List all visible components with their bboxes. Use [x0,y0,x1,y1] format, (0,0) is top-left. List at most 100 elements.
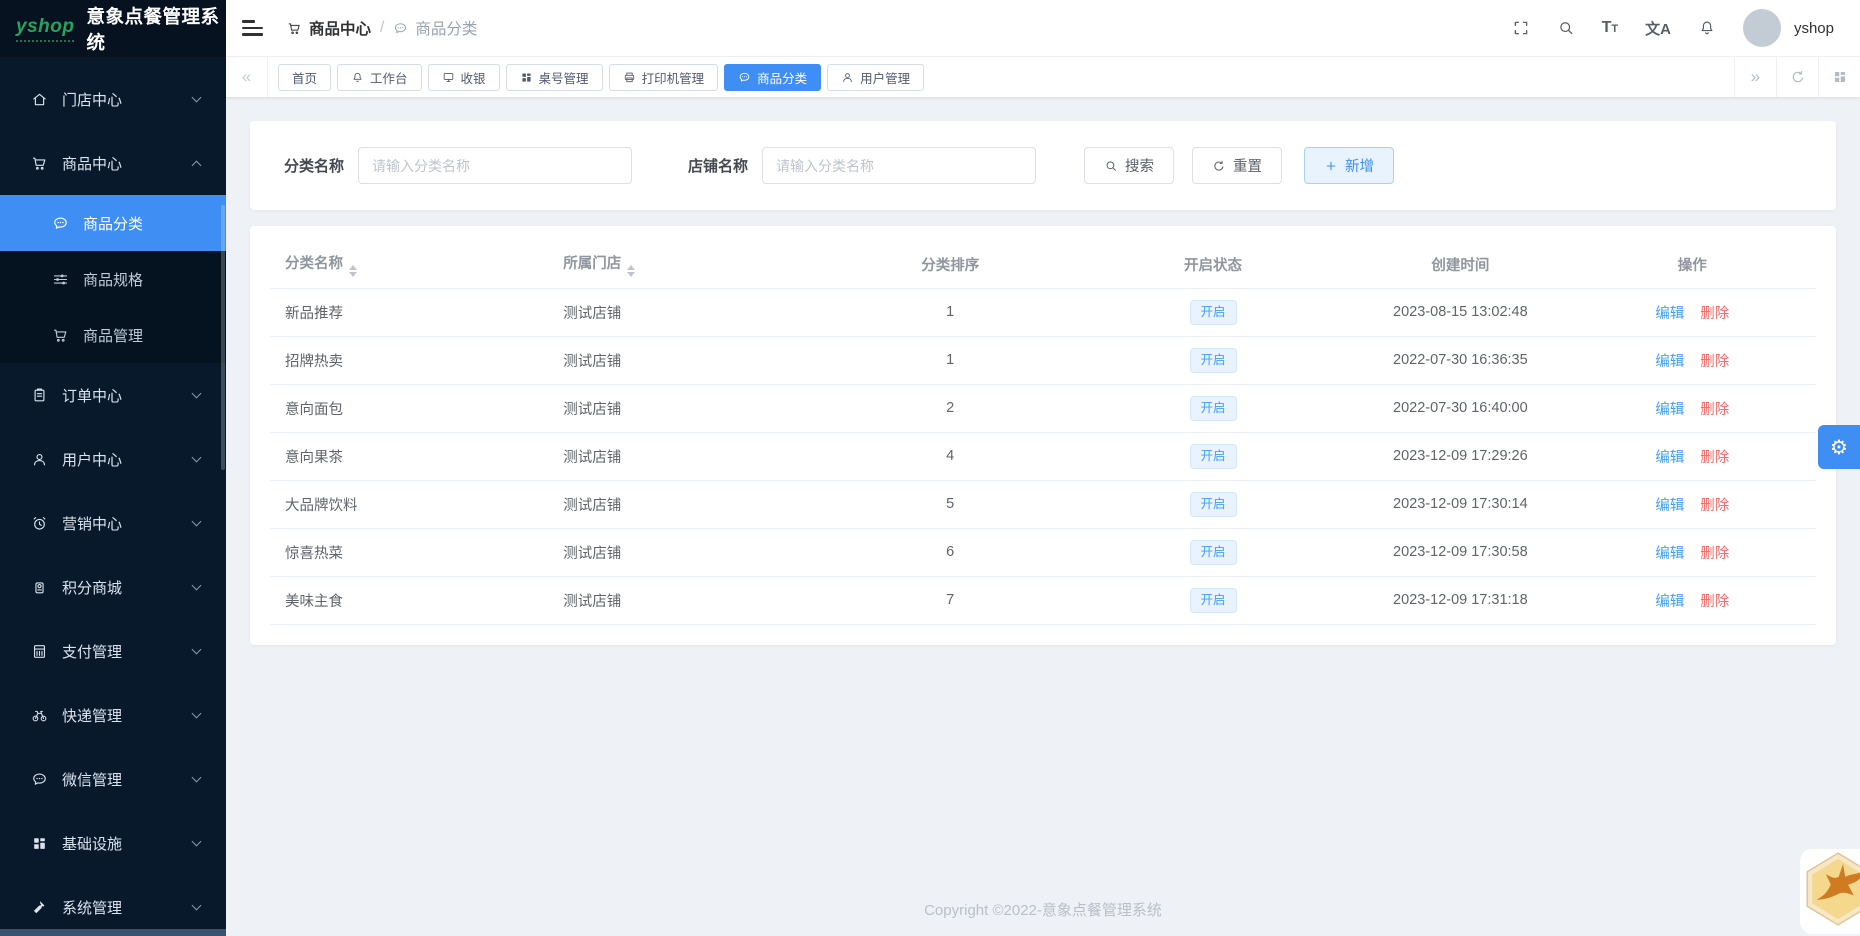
comment-icon [393,21,408,36]
column-header-1[interactable]: 所属门店 [548,242,827,289]
edit-link[interactable]: 编辑 [1655,450,1684,466]
edit-link[interactable]: 编辑 [1655,306,1684,322]
delete-link[interactable]: 删除 [1700,402,1729,418]
shop-name-input[interactable] [762,147,1037,184]
hamburger-menu-icon[interactable] [242,20,263,36]
sidebar-item-2[interactable]: 订单中心 [0,363,226,427]
status-badge: 开启 [1189,299,1237,325]
sliders-icon [52,271,69,288]
tab-2[interactable]: 收银 [427,63,500,91]
sidebar-item-0[interactable]: 门店中心 [0,67,226,131]
avatar[interactable] [1742,9,1781,47]
grid-icon [31,835,48,852]
cell-shop: 测试店铺 [548,336,827,385]
font-size-icon[interactable]: TT [1602,20,1619,36]
medal-icon [31,579,48,596]
sidebar-vertical-scrollbar[interactable] [221,205,225,470]
settings-panel-button[interactable]: ⚙ [1818,425,1860,469]
cell-created: 2022-07-30 16:40:00 [1352,384,1569,433]
tabs-scroll-right-button[interactable]: » [1734,57,1776,97]
translate-icon[interactable]: 文A [1645,18,1671,39]
cell-shop: 测试店铺 [548,432,827,481]
cell-status: 开启 [1073,576,1353,625]
sidebar-subitem-1[interactable]: 商品规格 [0,251,226,307]
delete-link[interactable]: 删除 [1700,594,1729,610]
cell-created: 2023-12-09 17:30:58 [1352,528,1569,577]
plus-icon [1324,159,1338,173]
notification-bell-icon[interactable] [1698,19,1716,37]
refresh-icon [1790,69,1806,85]
edit-link[interactable]: 编辑 [1655,546,1684,562]
sidebar-item-10[interactable]: 系统管理 [0,875,226,936]
sidebar-item-1[interactable]: 商品中心 [0,131,226,195]
category-name-input[interactable] [358,147,633,184]
sort-caret-icon[interactable] [349,265,357,278]
sidebar-item-6[interactable]: 支付管理 [0,619,226,683]
column-header-0[interactable]: 分类名称 [270,242,549,289]
header-toolbar: TT 文A yshop [1512,9,1834,47]
chevron-down-icon [191,388,202,398]
reset-button[interactable]: 重置 [1192,147,1283,184]
cell-created: 2023-12-09 17:30:14 [1352,480,1569,529]
sidebar-horizontal-scrollbar[interactable] [0,929,226,936]
breadcrumb: 商品中心 / 商品分类 [287,17,477,39]
logo-area[interactable]: yshop 意象点餐管理系统 [0,0,226,57]
refresh-page-button[interactable] [1776,57,1818,97]
edit-link[interactable]: 编辑 [1655,594,1684,610]
tabs-scroll-left-button[interactable]: « [226,57,268,97]
table-row: 招牌热卖 测试店铺 1 开启 2022-07-30 16:36:35 编辑 删除 [270,336,1816,385]
search-button[interactable]: 搜索 [1084,147,1175,184]
sidebar-subitem-2[interactable]: 商品管理 [0,307,226,363]
delete-link[interactable]: 删除 [1700,354,1729,370]
sidebar-item-8[interactable]: 微信管理 [0,747,226,811]
edit-link[interactable]: 编辑 [1655,354,1684,370]
breadcrumb-page[interactable]: 商品分类 [393,17,477,39]
cell-created: 2022-07-30 16:36:35 [1352,336,1569,385]
logo-dash-decoration [16,39,75,42]
cart-icon [287,21,302,36]
cell-status: 开启 [1073,480,1353,529]
cell-actions: 编辑 删除 [1568,384,1816,433]
username[interactable]: yshop [1794,20,1834,37]
tab-1[interactable]: 工作台 [337,63,422,91]
column-header-2: 分类排序 [826,242,1074,289]
sidebar-item-3[interactable]: 用户中心 [0,427,226,491]
cell-sort: 6 [826,528,1074,577]
status-badge: 开启 [1189,443,1237,469]
top-header: 商品中心 / 商品分类 TT 文A yshop [226,0,1860,57]
fullscreen-icon[interactable] [1512,19,1530,37]
add-button[interactable]: 新增 [1304,147,1395,184]
delete-link[interactable]: 删除 [1700,546,1729,562]
tab-6[interactable]: 用户管理 [827,63,925,91]
comment-icon [738,71,751,84]
edit-link[interactable]: 编辑 [1655,498,1684,514]
delete-link[interactable]: 删除 [1700,306,1729,322]
tab-5[interactable]: 商品分类 [724,63,822,91]
bird-hexagon-icon [1806,852,1860,926]
tab-0[interactable]: 首页 [278,63,332,91]
sidebar-item-7[interactable]: 快递管理 [0,683,226,747]
chevron-up-icon [191,160,202,170]
tab-4[interactable]: 打印机管理 [608,63,719,91]
edit-link[interactable]: 编辑 [1655,402,1684,418]
category-name-label: 分类名称 [284,158,345,175]
app-title: 意象点餐管理系统 [86,5,220,53]
chevron-down-icon [191,772,202,782]
filter-panel: 分类名称 店铺名称 搜索 重置 新增 [250,121,1836,210]
search-icon[interactable] [1557,19,1575,37]
delete-link[interactable]: 删除 [1700,498,1729,514]
sidebar-item-9[interactable]: 基础设施 [0,811,226,875]
sort-caret-icon[interactable] [627,265,636,278]
sidebar-item-5[interactable]: 积分商城 [0,555,226,619]
cell-actions: 编辑 删除 [1568,576,1816,625]
breadcrumb-section[interactable]: 商品中心 [287,17,371,39]
brand-bird-badge[interactable] [1800,849,1860,934]
status-badge: 开启 [1189,347,1237,373]
delete-link[interactable]: 删除 [1700,450,1729,466]
sidebar-item-4[interactable]: 营销中心 [0,491,226,555]
cell-name: 美味主食 [270,576,549,625]
tab-3[interactable]: 桌号管理 [505,63,603,91]
tab-bar: « 首页 工作台 收银 桌号管理 打印机管理 商品分类 用户管理 » [226,57,1860,97]
layout-grid-button[interactable] [1818,57,1860,97]
sidebar-subitem-0[interactable]: 商品分类 [0,195,226,251]
